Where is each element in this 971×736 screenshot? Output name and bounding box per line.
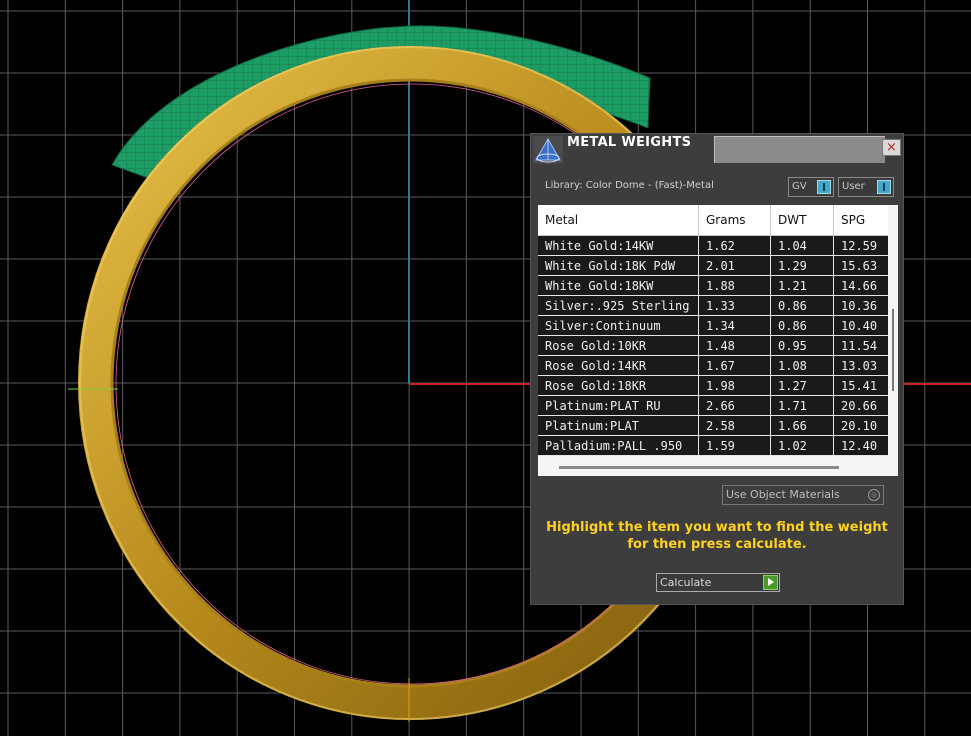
pyramid-logo-icon — [533, 136, 563, 164]
table-cell: 0.95 — [771, 336, 834, 356]
instruction-line-2: for then press calculate. — [627, 537, 807, 552]
table-row[interactable]: Rose Gold:18KR 1.98 1.27 15.41 — [538, 376, 894, 396]
table-row[interactable]: Rose Gold:10KR 1.48 0.95 11.54 — [538, 336, 894, 356]
table-cell: 13.03 — [834, 356, 894, 376]
library-label: Library: Color Dome - (Fast)-Metal — [545, 180, 714, 191]
user-label: User — [842, 181, 865, 192]
table-cell: 0.86 — [771, 316, 834, 336]
use-object-materials-label: Use Object Materials — [726, 488, 840, 501]
column-header[interactable]: Grams — [699, 205, 771, 236]
titlebar-drag-strip[interactable] — [714, 136, 885, 163]
panel-titlebar[interactable]: METAL WEIGHTS × — [531, 134, 903, 164]
table-cell: 1.62 — [699, 236, 771, 256]
metal-table: Metal Grams DWT SPG White Gold:14KW 1.62 1.04… — [538, 205, 894, 456]
table-cell: 1.59 — [699, 436, 771, 456]
metal-weights-panel: METAL WEIGHTS × Library: Color Dome - (F… — [530, 133, 904, 605]
table-cell: 1.71 — [771, 396, 834, 416]
table-cell: 20.10 — [834, 416, 894, 436]
table-cell: White Gold:18KW — [538, 276, 699, 296]
table-cell: White Gold:18K PdW — [538, 256, 699, 276]
vertical-scrollbar[interactable] — [888, 205, 898, 465]
table-cell: 1.67 — [699, 356, 771, 376]
table-cell: 1.66 — [771, 416, 834, 436]
table-cell: 10.36 — [834, 296, 894, 316]
table-cell: 2.66 — [699, 396, 771, 416]
table-cell: White Gold:14KW — [538, 236, 699, 256]
use-object-materials-option[interactable]: Use Object Materials — [722, 485, 884, 505]
table-cell: Rose Gold:18KR — [538, 376, 699, 396]
table-cell: 12.59 — [834, 236, 894, 256]
instruction-text: Highlight the item you want to find the … — [531, 519, 903, 553]
table-cell: 1.02 — [771, 436, 834, 456]
table-row[interactable]: Rose Gold:14KR 1.67 1.08 13.03 — [538, 356, 894, 376]
table-cell: Palladium:PALL .950 — [538, 436, 699, 456]
play-icon — [763, 575, 778, 590]
panel-title: METAL WEIGHTS — [567, 135, 692, 150]
table-cell: 1.33 — [699, 296, 771, 316]
horizontal-scrollbar[interactable] — [538, 456, 888, 476]
instruction-line-1: Highlight the item you want to find the … — [546, 520, 888, 535]
column-header[interactable]: DWT — [771, 205, 834, 236]
table-cell: 1.08 — [771, 356, 834, 376]
table-row[interactable]: Platinum:PLAT RU 2.66 1.71 20.66 — [538, 396, 894, 416]
table-cell: Rose Gold:10KR — [538, 336, 699, 356]
table-cell: 14.66 — [834, 276, 894, 296]
table-row[interactable]: White Gold:14KW 1.62 1.04 12.59 — [538, 236, 894, 256]
table-cell: Platinum:PLAT RU — [538, 396, 699, 416]
close-button[interactable]: × — [882, 139, 901, 156]
table-cell: 1.98 — [699, 376, 771, 396]
horizontal-scroll-thumb[interactable] — [559, 466, 839, 469]
table-cell: Silver:.925 Sterling — [538, 296, 699, 316]
table-cell: 1.27 — [771, 376, 834, 396]
table-cell: 10.40 — [834, 316, 894, 336]
table-cell: Rose Gold:14KR — [538, 356, 699, 376]
calculate-label: Calculate — [660, 576, 712, 589]
table-cell: 1.88 — [699, 276, 771, 296]
table-row[interactable]: White Gold:18KW 1.88 1.21 14.66 — [538, 276, 894, 296]
table-row[interactable]: Silver:.925 Sterling 1.33 0.86 10.36 — [538, 296, 894, 316]
column-header[interactable]: SPG — [834, 205, 894, 236]
table-cell: 1.04 — [771, 236, 834, 256]
table-cell: 12.40 — [834, 436, 894, 456]
toggle-switch-icon — [877, 180, 891, 194]
table-row[interactable]: Platinum:PLAT 2.58 1.66 20.10 — [538, 416, 894, 436]
toggle-switch-icon — [817, 180, 831, 194]
metal-table-container: Metal Grams DWT SPG White Gold:14KW 1.62 1.04… — [538, 205, 898, 476]
table-row[interactable]: Palladium:PALL .950 1.59 1.02 12.40 — [538, 436, 894, 456]
table-cell: 11.54 — [834, 336, 894, 356]
table-cell: Platinum:PLAT — [538, 416, 699, 436]
radio-icon[interactable] — [868, 489, 880, 501]
vertical-scroll-thumb[interactable] — [892, 309, 894, 391]
table-cell: 0.86 — [771, 296, 834, 316]
column-header[interactable]: Metal — [538, 205, 699, 236]
table-row[interactable]: White Gold:18K PdW 2.01 1.29 15.63 — [538, 256, 894, 276]
table-cell: 1.48 — [699, 336, 771, 356]
table-cell: 20.66 — [834, 396, 894, 416]
table-cell: 2.01 — [699, 256, 771, 276]
table-cell: 1.21 — [771, 276, 834, 296]
gv-toggle[interactable]: GV — [788, 177, 834, 197]
table-cell: Silver:Continuum — [538, 316, 699, 336]
table-cell: 1.34 — [699, 316, 771, 336]
table-row[interactable]: Silver:Continuum 1.34 0.86 10.40 — [538, 316, 894, 336]
table-header-row: Metal Grams DWT SPG — [538, 205, 894, 236]
calculate-button[interactable]: Calculate — [656, 573, 780, 592]
user-toggle[interactable]: User — [838, 177, 894, 197]
table-cell: 2.58 — [699, 416, 771, 436]
table-cell: 15.63 — [834, 256, 894, 276]
table-cell: 1.29 — [771, 256, 834, 276]
gv-label: GV — [792, 181, 807, 192]
table-cell: 15.41 — [834, 376, 894, 396]
